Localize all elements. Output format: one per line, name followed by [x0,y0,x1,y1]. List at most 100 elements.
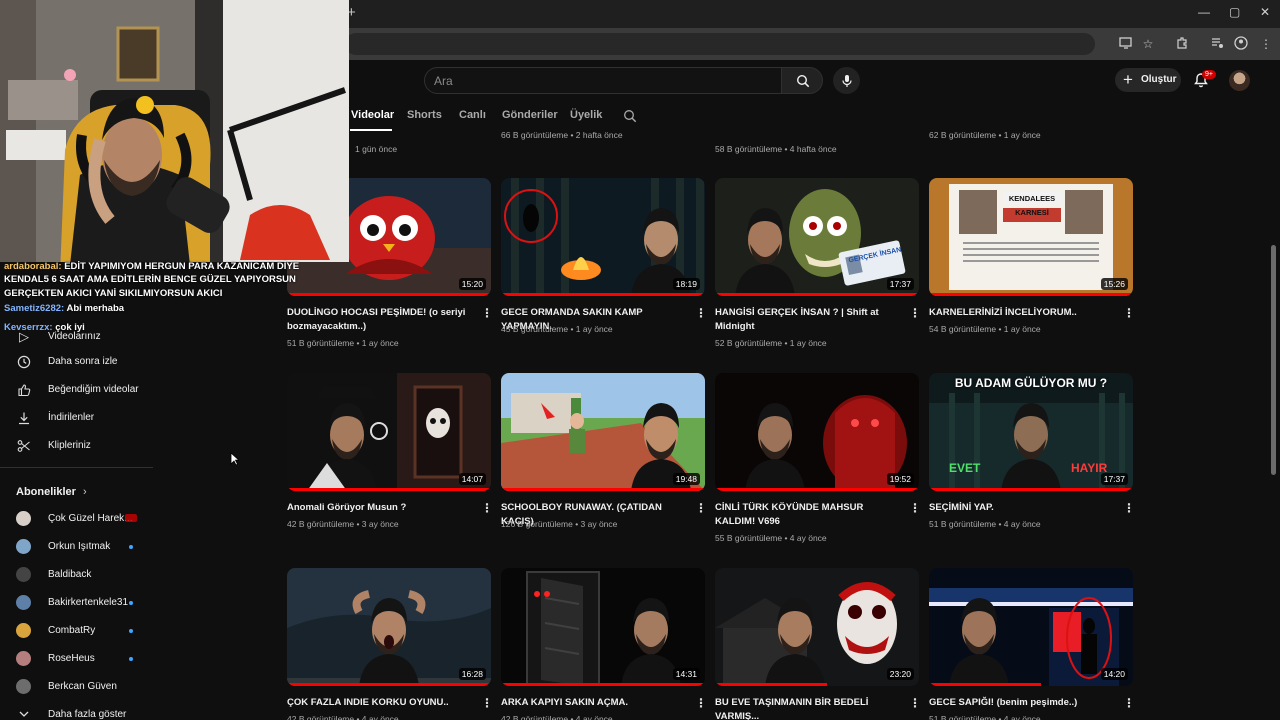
partial-video-meta: 1 gün önce [355,144,398,154]
video-card[interactable]: 16:28 ÇOK FAZLA INDIE KORKU OYUNU.. 42 B g… [287,568,493,720]
minimize-button[interactable]: — [1198,5,1210,19]
more-options-icon[interactable]: ⋮ [695,696,707,710]
video-title[interactable]: GECE SAPIĞI! (benim peşimde..) [929,696,1115,710]
video-thumbnail[interactable]: 19:52 [715,373,919,491]
subscription-item[interactable]: RoseHeus [0,648,160,670]
more-options-icon[interactable]: ⋮ [481,696,493,710]
subscription-name: Çok Güzel Harek... [48,513,133,524]
more-options-icon[interactable]: ⋮ [481,306,493,320]
video-title[interactable]: ARKA KAPIYI SAKIN AÇMA. [501,696,687,710]
video-thumbnail[interactable]: 14:20 [929,568,1133,686]
more-options-icon[interactable]: ⋮ [695,306,707,320]
show-more-button[interactable]: Daha fazla göster [0,705,220,720]
search-input[interactable]: Ara [424,67,782,94]
new-content-dot [129,601,133,605]
video-title[interactable]: HANGİSİ GERÇEK İNSAN ? | Shift at Midnig… [715,306,901,334]
thumbs-up-icon [17,383,31,397]
sidebar-item-liked-videos[interactable]: Beğendiğim videolar [0,380,220,402]
video-thumbnail[interactable]: GERÇEK İNSAN 17:37 [715,178,919,296]
user-avatar[interactable] [1229,70,1250,91]
video-card[interactable]: GERÇEK İNSAN 17:37 HANGİSİ GERÇEK İNSAN ? … [715,178,921,348]
video-thumbnail[interactable]: 19:48 [501,373,705,491]
more-options-icon[interactable]: ⋮ [909,696,921,710]
page-scrollbar[interactable] [1271,245,1276,475]
watch-progress-bar [715,683,827,686]
video-title[interactable]: Anomali Görüyor Musun ? [287,501,473,515]
stream-chat-overlay: ardaborabal: EDİT YAPIMIYOM HERGUN PARA … [4,260,304,334]
create-button[interactable]: + Oluştur [1115,68,1181,92]
video-title[interactable]: KARNELERİNİZİ İNCELİYORUM.. [929,306,1115,320]
subscription-item[interactable]: Orkun Işıtmak [0,536,160,558]
profile-icon[interactable] [1233,36,1249,52]
sidebar-item-downloads[interactable]: İndirilenler [0,408,220,430]
more-options-icon[interactable]: ⋮ [1123,696,1135,710]
subscription-item[interactable]: Çok Güzel Harek... [0,508,160,530]
media-controls-icon[interactable] [1209,36,1225,52]
new-content-dot [129,545,133,549]
video-card[interactable]: 14:31 ARKA KAPIYI SAKIN AÇMA. 42 B görüntü… [501,568,707,720]
tab-live[interactable]: Canlı [459,109,486,121]
microphone-icon [841,74,852,87]
subscription-name: Orkun Işıtmak [48,541,111,552]
cast-icon[interactable] [1118,36,1134,52]
more-options-icon[interactable]: ⋮ [1123,306,1135,320]
video-title[interactable]: SEÇİMİNİ YAP. [929,501,1115,515]
subscription-name: Berkcan Güven [48,681,117,692]
video-thumbnail[interactable]: 14:31 [501,568,705,686]
sidebar-item-clips[interactable]: Klipleriniz [0,436,220,458]
video-duration: 15:20 [458,278,486,290]
close-window-button[interactable]: ✕ [1260,5,1270,19]
video-thumbnail[interactable]: KENDALEES KARNESİ 15:26 [929,178,1133,296]
search-button[interactable] [781,67,823,94]
tab-videos[interactable]: Videolar [351,109,394,121]
tab-posts[interactable]: Gönderiler [502,109,558,121]
video-title[interactable]: DUOLİNGO HOCASI PEŞİMDE! (o seriyi bozma… [287,306,473,334]
tab-membership[interactable]: Üyelik [570,109,602,121]
video-card[interactable]: BU ADAM GÜLÜYOR MU ? EVET HAYIR 17:37 SEÇİMİ… [929,373,1135,529]
more-options-icon[interactable]: ⋮ [481,501,493,515]
video-card[interactable]: 14:20 GECE SAPIĞI! (benim peşimde..) 51 B … [929,568,1135,720]
video-thumbnail[interactable]: BU ADAM GÜLÜYOR MU ? EVET HAYIR 17:37 [929,373,1133,491]
more-options-icon[interactable]: ⋮ [1123,501,1135,515]
scissors-icon [17,439,31,453]
video-thumbnail[interactable]: 14:07 [287,373,491,491]
video-thumbnail[interactable]: 16:28 [287,568,491,686]
chat-message: Sametiz6282: Abi merhaba [4,303,125,315]
subscription-item[interactable]: CombatRy [0,620,160,642]
voice-search-button[interactable] [833,67,860,94]
video-title[interactable]: CİNLİ TÜRK KÖYÜNDE MAHSUR KALDIM! V696 [715,501,901,529]
video-card[interactable]: 14:07 Anomali Görüyor Musun ? 42 B görüntü… [287,373,493,529]
video-card[interactable]: 19:52 CİNLİ TÜRK KÖYÜNDE MAHSUR KALDIM! V… [715,373,921,543]
video-card[interactable]: KENDALEES KARNESİ 15:26 KARNELERİNİZİ İNCE… [929,178,1135,334]
more-options-icon[interactable]: ⋮ [909,501,921,515]
channel-avatar [16,595,31,610]
video-card[interactable]: 23:20 BU EVE TAŞINMANIN BİR BEDELİ VARMIŞ… [715,568,921,720]
video-meta: 55 B görüntüleme • 4 ay önce [715,533,827,543]
bookmark-star-icon[interactable]: ☆ [1140,36,1156,52]
subscription-name: Bakirkertenkele31 [48,597,129,608]
video-card[interactable]: 18:19 GECE ORMANDA SAKIN KAMP YAPMAYIN. 45… [501,178,707,334]
video-thumbnail[interactable]: 23:20 [715,568,919,686]
watch-progress-bar [287,293,491,296]
more-options-icon[interactable]: ⋮ [909,306,921,320]
video-duration: 16:28 [458,668,486,680]
extensions-icon[interactable] [1174,36,1190,52]
subscriptions-heading[interactable]: Abonelikler › [16,486,87,498]
sidebar-item-watch-later[interactable]: Daha sonra izle [0,352,220,374]
address-bar[interactable] [345,33,1095,55]
tab-shorts[interactable]: Shorts [407,109,442,121]
video-thumbnail[interactable]: 18:19 [501,178,705,296]
subscription-item[interactable]: Baldiback [0,564,160,586]
browser-menu-icon[interactable]: ⋮ [1258,36,1274,52]
subscription-item[interactable]: Bakirkertenkele31 [0,592,160,614]
watch-progress-bar [715,488,919,491]
video-title[interactable]: BU EVE TAŞINMANIN BİR BEDELİ VARMIŞ... [715,696,901,720]
video-title[interactable]: ÇOK FAZLA INDIE KORKU OYUNU.. [287,696,473,710]
subscription-item[interactable]: Berkcan Güven [0,676,160,698]
active-tab-indicator [350,129,392,131]
video-card[interactable]: 19:48 SCHOOLBOY RUNAWAY. (ÇATIDAN KAÇIŞ) 1… [501,373,707,529]
channel-search-icon[interactable] [623,109,637,123]
watch-progress-bar [929,488,1133,491]
maximize-button[interactable]: ▢ [1229,5,1240,19]
more-options-icon[interactable]: ⋮ [695,501,707,515]
